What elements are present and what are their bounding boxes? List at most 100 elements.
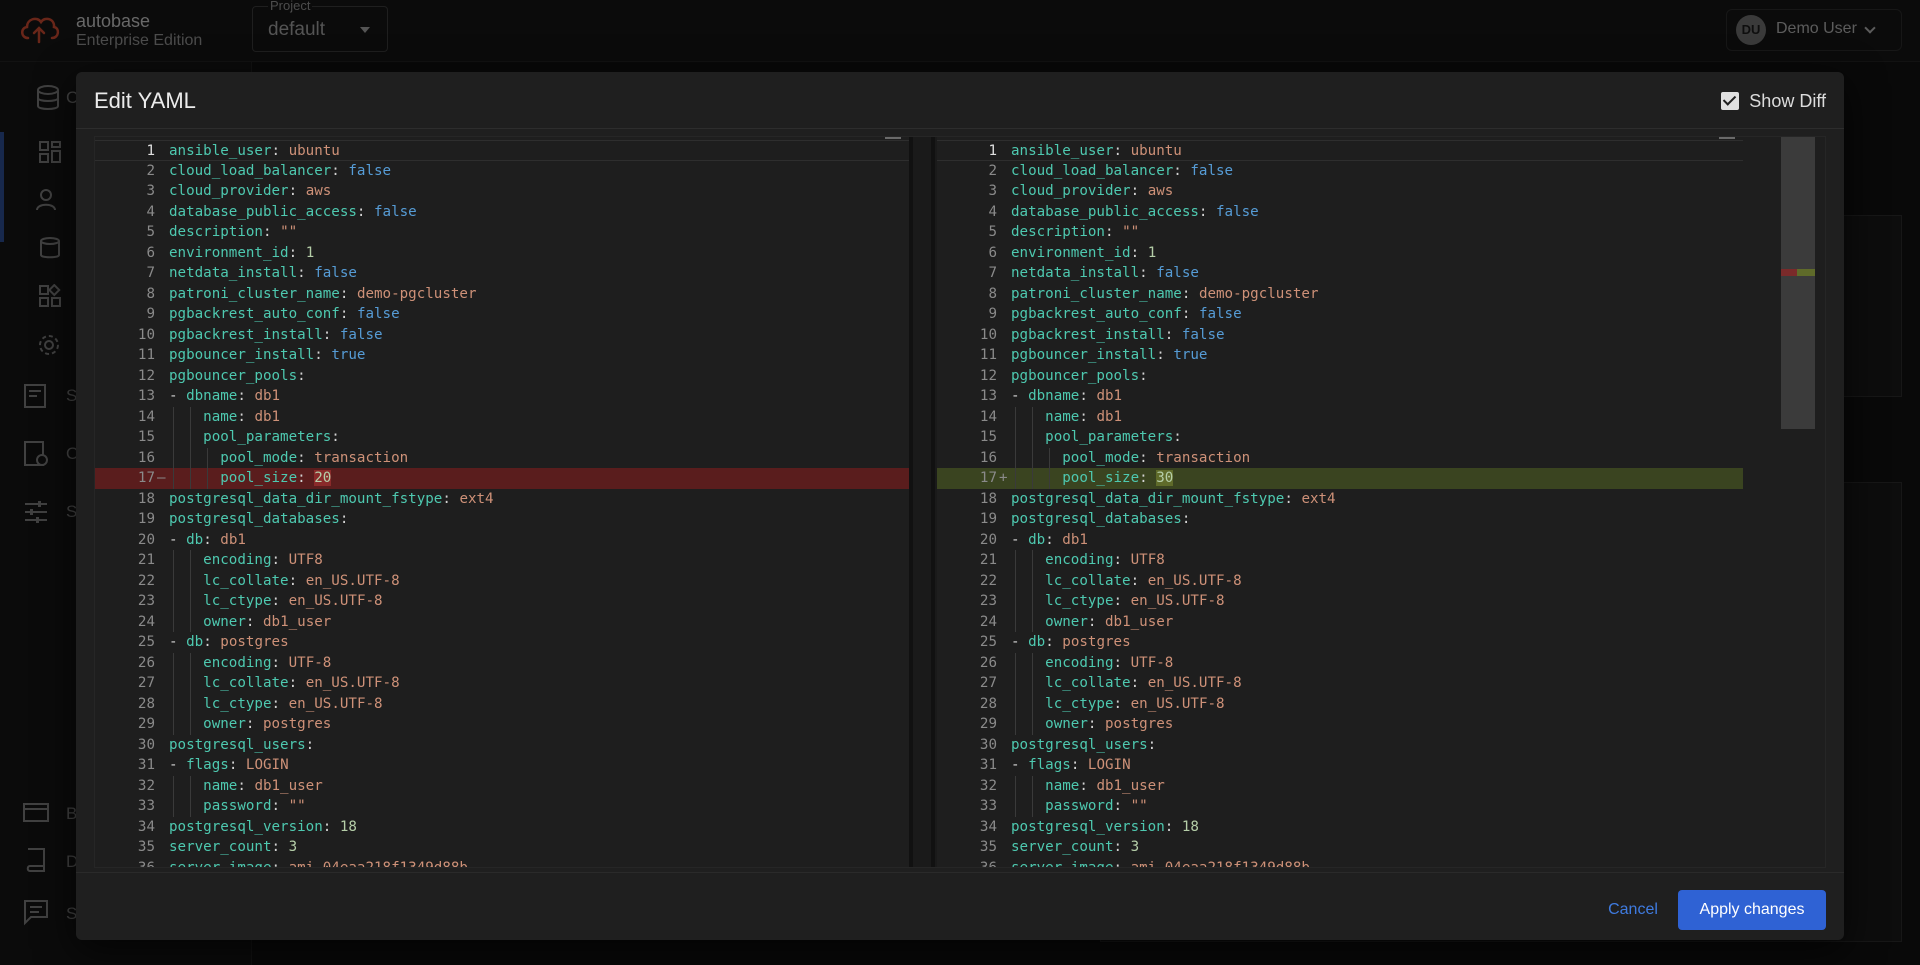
code-line[interactable]: 28 lc_ctype: en_US.UTF-8	[95, 693, 909, 714]
code-line[interactable]: 6 environment_id: 1	[95, 243, 909, 264]
code-line[interactable]: 11 pgbouncer_install: true	[95, 345, 909, 366]
code-line[interactable]: 24 owner: db1_user	[95, 611, 909, 632]
code-line[interactable]: 25 - db: postgres	[937, 632, 1743, 653]
code-line[interactable]: 14 name: db1	[95, 406, 909, 427]
code-line[interactable]: 13 - dbname: db1	[95, 386, 909, 407]
code-line[interactable]: 26 encoding: UTF-8	[937, 652, 1743, 673]
code-line[interactable]: 33 password: ""	[95, 796, 909, 817]
code-line[interactable]: 29 owner: postgres	[937, 714, 1743, 735]
code-line[interactable]: 12 pgbouncer_pools:	[95, 366, 909, 387]
indent-guide	[1031, 447, 1033, 468]
code-line[interactable]: 8 patroni_cluster_name: demo-pgcluster	[937, 284, 1743, 305]
code-text: encoding: UTF-8	[203, 654, 332, 671]
code-line[interactable]: 25 - db: postgres	[95, 632, 909, 653]
code-line[interactable]: 3 cloud_provider: aws	[937, 181, 1743, 202]
code-text: lc_collate: en_US.UTF-8	[1045, 675, 1242, 691]
code-line[interactable]: 23 lc_ctype: en_US.UTF-8	[95, 591, 909, 612]
code-line[interactable]: 35 server_count: 3	[95, 837, 909, 858]
indent-guide	[1015, 406, 1016, 427]
code-line[interactable]: 20 - db: db1	[95, 530, 909, 551]
code-line[interactable]: 31 - flags: LOGIN	[937, 755, 1743, 776]
code-line[interactable]: 9 pgbackrest_auto_conf: false	[937, 304, 1743, 325]
code-line[interactable]: 26 encoding: UTF-8	[95, 652, 909, 673]
indent-guide	[173, 427, 174, 448]
code-line[interactable]: 29 owner: postgres	[95, 714, 909, 735]
line-number: 4	[146, 203, 155, 220]
code-line[interactable]: 19 postgresql_databases:	[95, 509, 909, 530]
code-line[interactable]: 17 + pool_size: 30	[937, 468, 1743, 489]
code-line[interactable]: 33 password: ""	[937, 796, 1743, 817]
code-line[interactable]: 27 lc_collate: en_US.UTF-8	[937, 673, 1743, 694]
code-line[interactable]: 28 lc_ctype: en_US.UTF-8	[937, 693, 1743, 714]
code-line[interactable]: 3 cloud_provider: aws	[95, 181, 909, 202]
original-pane[interactable]: 1 ansible_user: ubuntu 2 cloud_load_balance…	[95, 137, 909, 867]
code-line[interactable]: 30 postgresql_users:	[937, 735, 1743, 756]
code-line[interactable]: 10 pgbackrest_install: false	[937, 325, 1743, 346]
indent-guide	[1015, 673, 1016, 694]
code-line[interactable]: 32 name: db1_user	[937, 775, 1743, 796]
code-line[interactable]: 32 name: db1_user	[95, 775, 909, 796]
code-line[interactable]: 5 description: ""	[95, 222, 909, 243]
code-line[interactable]: 13 - dbname: db1	[937, 386, 1743, 407]
code-line[interactable]: 35 server_count: 3	[937, 837, 1743, 858]
code-line[interactable]: 19 postgresql_databases:	[937, 509, 1743, 530]
code-line[interactable]: 17— pool_size: 20	[95, 468, 909, 489]
code-line[interactable]: 4 database_public_access: false	[95, 202, 909, 223]
code-line[interactable]: 9 pgbackrest_auto_conf: false	[95, 304, 909, 325]
code-line[interactable]: 18 postgresql_data_dir_mount_fstype: ext4	[937, 489, 1743, 510]
diff-separator[interactable]	[909, 137, 937, 867]
code-line[interactable]: 2 cloud_load_balancer: false	[95, 161, 909, 182]
code-line[interactable]: 2 cloud_load_balancer: false	[937, 161, 1743, 182]
code-line[interactable]: 16 pool_mode: transaction	[95, 447, 909, 468]
code-line[interactable]: 6 environment_id: 1	[937, 243, 1743, 264]
code-text: - dbname: db1	[1011, 388, 1123, 404]
indent-guide	[189, 550, 191, 571]
code-line[interactable]: 10 pgbackrest_install: false	[95, 325, 909, 346]
scrollbar-thumb[interactable]	[1781, 137, 1815, 429]
code-line[interactable]: 18 postgresql_data_dir_mount_fstype: ext4	[95, 489, 909, 510]
line-number: 9	[988, 306, 997, 322]
code-line[interactable]: 11 pgbouncer_install: true	[937, 345, 1743, 366]
code-line[interactable]: 7 netdata_install: false	[95, 263, 909, 284]
code-line[interactable]: 8 patroni_cluster_name: demo-pgcluster	[95, 284, 909, 305]
show-diff-toggle[interactable]: Show Diff	[1721, 88, 1826, 114]
code-line[interactable]: 4 database_public_access: false	[937, 202, 1743, 223]
code-line[interactable]: 24 owner: db1_user	[937, 611, 1743, 632]
yaml-diff-editor[interactable]: 1 ansible_user: ubuntu 2 cloud_load_balance…	[94, 136, 1826, 868]
code-line[interactable]: 34 postgresql_version: 18	[937, 817, 1743, 838]
code-line[interactable]: 15 pool_parameters:	[95, 427, 909, 448]
code-line[interactable]: 15 pool_parameters:	[937, 427, 1743, 448]
code-line[interactable]: 34 postgresql_version: 18	[95, 817, 909, 838]
code-line[interactable]: 23 lc_ctype: en_US.UTF-8	[937, 591, 1743, 612]
code-line[interactable]: 22 lc_collate: en_US.UTF-8	[937, 570, 1743, 591]
code-line[interactable]: 36 server_image: ami-04eaa218f1349d88b	[937, 858, 1743, 868]
code-text: database_public_access: false	[1011, 203, 1259, 220]
line-number: 19	[137, 511, 155, 527]
code-line[interactable]: 5 description: ""	[937, 222, 1743, 243]
code-text: postgresql_databases:	[169, 511, 349, 527]
code-line[interactable]: 30 postgresql_users:	[95, 735, 909, 756]
line-number: 16	[979, 449, 997, 466]
code-line[interactable]: 21 encoding: UTF8	[95, 550, 909, 571]
code-line[interactable]: 1 ansible_user: ubuntu	[95, 140, 909, 161]
line-number: 5	[146, 224, 155, 240]
code-line[interactable]: 31 - flags: LOGIN	[95, 755, 909, 776]
code-line[interactable]: 1 ansible_user: ubuntu	[937, 140, 1743, 161]
code-text: postgresql_data_dir_mount_fstype: ext4	[1011, 490, 1336, 507]
code-line[interactable]: 22 lc_collate: en_US.UTF-8	[95, 570, 909, 591]
code-line[interactable]: 20 - db: db1	[937, 530, 1743, 551]
indent-guide	[1015, 652, 1016, 673]
code-line[interactable]: 36 server_image: ami-04eaa218f1349d88b	[95, 858, 909, 868]
code-line[interactable]: 27 lc_collate: en_US.UTF-8	[95, 673, 909, 694]
code-line[interactable]: 14 name: db1	[937, 406, 1743, 427]
code-line[interactable]: 7 netdata_install: false	[937, 263, 1743, 284]
code-line[interactable]: 16 pool_mode: transaction	[937, 447, 1743, 468]
code-line[interactable]: 12 pgbouncer_pools:	[937, 366, 1743, 387]
code-line[interactable]: 21 encoding: UTF8	[937, 550, 1743, 571]
cancel-button[interactable]: Cancel	[1598, 890, 1668, 930]
modified-pane[interactable]: 1 ansible_user: ubuntu 2 cloud_load_balance…	[937, 137, 1743, 867]
show-diff-checkbox[interactable]	[1721, 92, 1740, 110]
apply-changes-button[interactable]: Apply changes	[1678, 890, 1826, 930]
indent-guide	[189, 611, 191, 632]
code-text: - flags: LOGIN	[1011, 757, 1131, 773]
